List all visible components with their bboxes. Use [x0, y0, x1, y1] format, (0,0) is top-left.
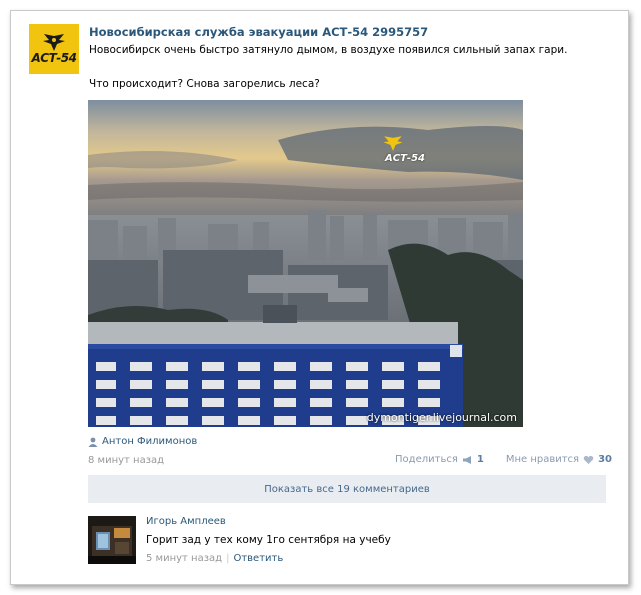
eagle-icon: [43, 34, 65, 51]
reply-link[interactable]: Ответить: [233, 553, 283, 564]
city-photo-illustration: [88, 100, 523, 427]
commenter-avatar-image: [88, 516, 136, 564]
comment-time[interactable]: 5 минут назад: [146, 553, 222, 564]
share-label[interactable]: Поделиться: [395, 454, 458, 465]
post-time[interactable]: 8 минут назад: [88, 455, 164, 466]
share-count: 1: [476, 454, 484, 465]
photo-watermark: dymontiger.livejournal.com: [366, 411, 517, 424]
logo-text: АСТ-54: [31, 51, 77, 65]
like-count: 30: [598, 454, 612, 465]
repost-author-row[interactable]: Антон Филимонов: [88, 436, 197, 447]
commenter-name[interactable]: Игорь Амплеев: [146, 516, 226, 527]
post-actions: Поделиться 1 Мне нравится 30: [395, 454, 612, 465]
commenter-avatar[interactable]: [88, 516, 136, 564]
heart-icon[interactable]: [583, 455, 594, 465]
photo-logo: АСТ-54: [380, 135, 430, 164]
comment-text: Горит зад у тех кому 1го сентября на уче…: [146, 534, 391, 546]
comment-meta: 5 минут назад | Ответить: [146, 553, 283, 564]
meta-divider: |: [226, 553, 230, 564]
group-avatar[interactable]: АСТ-54: [29, 24, 79, 74]
post-photo[interactable]: АСТ-54 dymontiger.livejournal.com: [88, 100, 523, 427]
post-text-line2: Что происходит? Снова загорелись леса?: [89, 78, 320, 90]
post-author-link[interactable]: Новосибирская служба эвакуации АСТ-54 29…: [89, 25, 428, 39]
show-all-comments-button[interactable]: Показать все 19 комментариев: [88, 475, 606, 503]
repost-author-name[interactable]: Антон Филимонов: [102, 436, 197, 447]
eagle-icon: [383, 136, 403, 151]
megaphone-icon[interactable]: [462, 455, 473, 465]
like-label[interactable]: Мне нравится: [506, 454, 579, 465]
person-icon: [88, 437, 98, 447]
photo-logo-text: АСТ-54: [385, 153, 425, 164]
post-text-line1: Новосибирск очень быстро затянуло дымом,…: [89, 44, 568, 56]
